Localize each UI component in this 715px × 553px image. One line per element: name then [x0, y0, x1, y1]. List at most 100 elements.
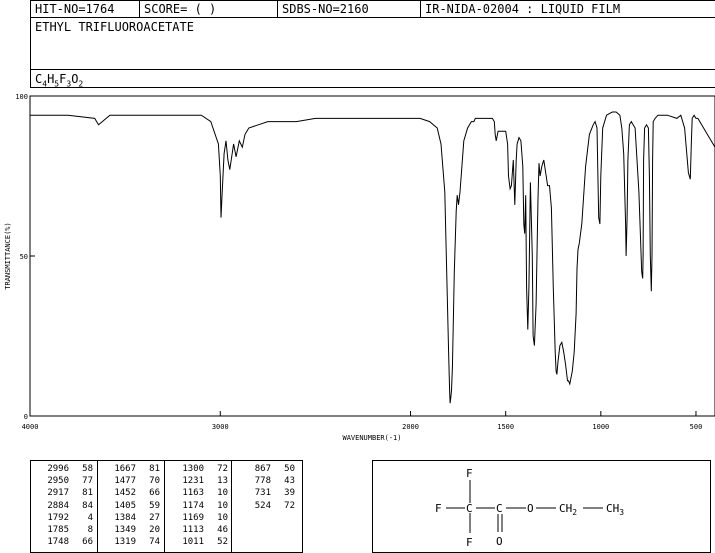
peak-row: 2884 84	[39, 500, 93, 512]
peak-column-divider	[164, 461, 165, 552]
plot-frame	[29, 95, 715, 417]
peak-wavenumber: 1667	[114, 464, 136, 474]
peak-row: 1169 10	[174, 512, 228, 524]
peak-row: 1163 10	[174, 487, 228, 499]
peak-row: 1319 74	[106, 536, 160, 548]
peak-wavenumber: 1452	[114, 488, 136, 499]
atom-c1: C	[466, 502, 473, 515]
peak-wavenumber: 731	[254, 488, 271, 499]
peak-transmittance: 4	[87, 512, 93, 523]
structure-diagram: F F C F C O O CH2 CH3	[435, 467, 624, 549]
peak-column: 1300 72 1231 13 1163 10 1174 10 1169 10 1113 46 1011…	[174, 463, 228, 548]
structure-box: F F C F C O O CH2 CH3	[372, 460, 711, 553]
peak-transmittance: 70	[149, 476, 160, 487]
peak-wavenumber: 1011	[182, 537, 204, 548]
x-axis: 4000 3000 2000 1500 1000 500	[22, 411, 703, 431]
x-axis-label: WAVENUMBER(-1)	[342, 434, 401, 442]
peak-column-divider	[231, 461, 232, 552]
transmittance-series	[30, 111, 715, 404]
peak-wavenumber: 1349	[114, 525, 136, 536]
peak-wavenumber: 1319	[114, 537, 136, 548]
peak-transmittance: 72	[284, 500, 295, 511]
peak-row: 1405 59	[106, 500, 160, 512]
peak-row: 1452 66	[106, 487, 160, 499]
peak-row: 1785 8	[39, 524, 93, 536]
ir-spectrum-chart: 0 50 100 4000 3000 2000 1500 1000 500 WAVENUMBE…	[4, 93, 715, 442]
peak-transmittance: 66	[82, 537, 93, 548]
peak-column: 1667 81 1477 70 1452 66 1405 59 1384 27 1349 20 1319…	[106, 463, 160, 548]
peak-transmittance: 13	[217, 476, 228, 487]
peak-transmittance: 84	[82, 500, 93, 511]
peak-transmittance: 20	[149, 525, 160, 536]
atom-o-ester: O	[527, 502, 534, 515]
y-tick-label: 50	[20, 253, 28, 261]
peak-column: 867 50 778 43 731 39 524 72	[241, 463, 295, 512]
peak-row: 778 43	[241, 475, 295, 487]
x-tick-label: 1500	[497, 423, 514, 431]
peak-transmittance: 27	[149, 512, 160, 523]
peak-wavenumber: 1384	[114, 512, 136, 523]
peak-transmittance: 10	[217, 512, 228, 523]
peak-row: 524 72	[241, 500, 295, 512]
peak-transmittance: 74	[149, 537, 160, 548]
peak-wavenumber: 2917	[47, 488, 69, 499]
peak-transmittance: 39	[284, 488, 295, 499]
peak-row: 1667 81	[106, 463, 160, 475]
peak-row: 1011 52	[174, 536, 228, 548]
peak-transmittance: 10	[217, 500, 228, 511]
y-tick-label: 100	[15, 93, 28, 101]
peak-row: 2950 77	[39, 475, 93, 487]
peak-row: 2917 81	[39, 487, 93, 499]
atom-f-left: F	[435, 502, 442, 515]
peak-transmittance: 52	[217, 537, 228, 548]
peak-row: 1113 46	[174, 524, 228, 536]
group-ch3: CH3	[606, 502, 624, 517]
peak-wavenumber: 2950	[47, 476, 69, 487]
peak-wavenumber: 1174	[182, 500, 204, 511]
peak-row: 1231 13	[174, 475, 228, 487]
peak-transmittance: 72	[217, 464, 228, 474]
peak-table: 2996 58 2950 77 2917 81 2884 84 1792 4 1785 8 1748 66…	[30, 460, 303, 553]
peak-wavenumber: 1477	[114, 476, 136, 487]
peak-transmittance: 81	[149, 464, 160, 474]
peak-transmittance: 10	[217, 488, 228, 499]
peak-transmittance: 58	[82, 464, 93, 474]
atom-f-top: F	[466, 467, 473, 480]
peak-row: 1477 70	[106, 475, 160, 487]
peak-transmittance: 81	[82, 488, 93, 499]
peak-transmittance: 46	[217, 525, 228, 536]
peak-wavenumber: 1405	[114, 500, 136, 511]
y-axis: 0 50 100	[15, 93, 35, 421]
atom-c2: C	[496, 502, 503, 515]
x-tick-label: 500	[690, 423, 703, 431]
peak-wavenumber: 1113	[182, 525, 204, 536]
peak-row: 1384 27	[106, 512, 160, 524]
x-tick-label: 1000	[592, 423, 609, 431]
peak-wavenumber: 867	[254, 464, 271, 474]
peak-transmittance: 59	[149, 500, 160, 511]
peak-wavenumber: 1163	[182, 488, 204, 499]
peak-row: 731 39	[241, 487, 295, 499]
peak-wavenumber: 524	[254, 500, 271, 511]
peak-row: 2996 58	[39, 463, 93, 475]
peak-wavenumber: 2884	[47, 500, 69, 511]
peak-transmittance: 8	[87, 525, 93, 536]
peak-column-divider	[97, 461, 98, 552]
y-axis-label: TRANSMITTANCE(%)	[4, 222, 12, 289]
peak-wavenumber: 1792	[47, 512, 69, 523]
atom-f-bottom: F	[466, 536, 473, 549]
atom-o-carbonyl: O	[496, 535, 503, 548]
peak-wavenumber: 1300	[182, 464, 204, 474]
peak-row: 1300 72	[174, 463, 228, 475]
peak-wavenumber: 2996	[47, 464, 69, 474]
peak-row: 1748 66	[39, 536, 93, 548]
x-tick-label: 4000	[22, 423, 39, 431]
peak-wavenumber: 1748	[47, 537, 69, 548]
peak-transmittance: 66	[149, 488, 160, 499]
peak-transmittance: 50	[284, 464, 295, 474]
x-tick-label: 3000	[212, 423, 229, 431]
peak-wavenumber: 1169	[182, 512, 204, 523]
peak-row: 867 50	[241, 463, 295, 475]
y-tick-label: 0	[24, 413, 28, 421]
x-tick-label: 2000	[402, 423, 419, 431]
